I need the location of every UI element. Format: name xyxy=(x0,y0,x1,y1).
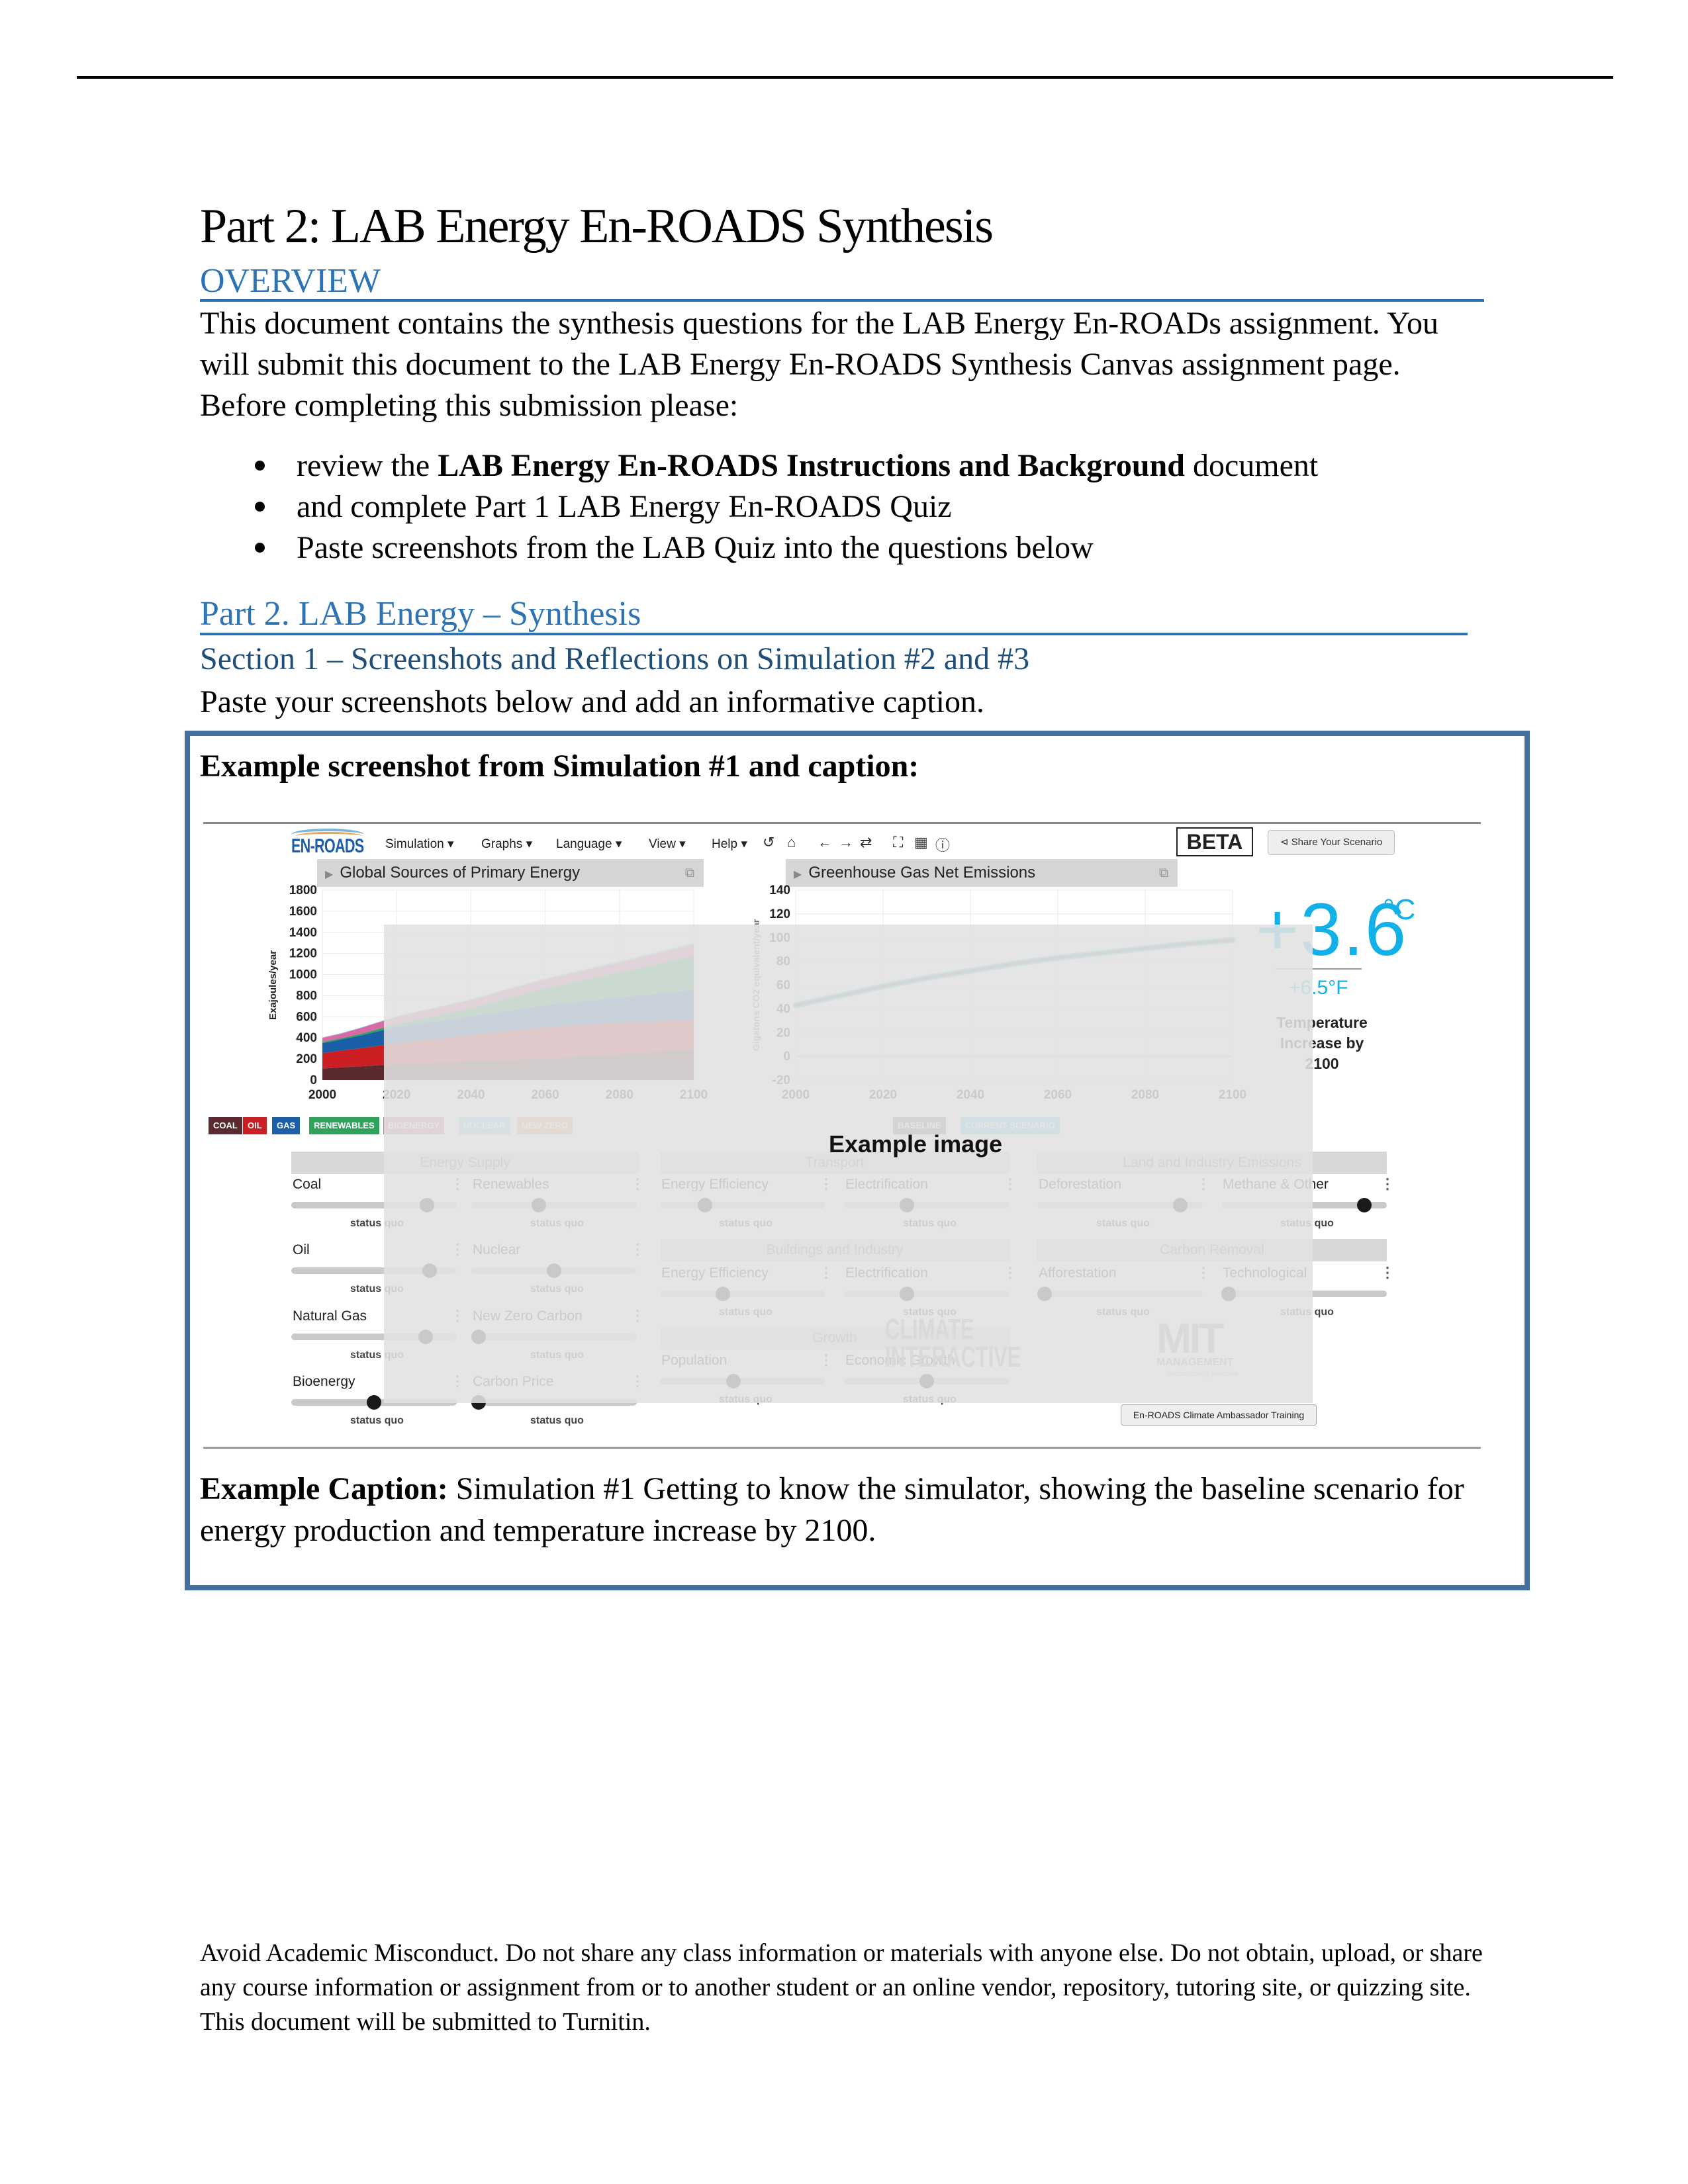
part2-heading: Part 2. LAB Energy – Synthesis xyxy=(200,595,641,633)
energy-y-tick: 1800 xyxy=(289,884,317,897)
emissions-y-tick: 120 xyxy=(769,907,790,921)
part2-underline xyxy=(200,633,1468,635)
bullet-item: review the LAB Energy En-ROADS Instructi… xyxy=(255,447,1318,484)
instruction-text: Paste your screenshots below and add an … xyxy=(200,684,984,719)
example-image-watermark: Example image xyxy=(829,1130,1003,1158)
energy-y-tick: 800 xyxy=(296,989,317,1003)
caption-label: Example Caption: xyxy=(200,1471,448,1506)
energy-y-tick: 600 xyxy=(296,1010,317,1024)
example-screenshot: EN-ROADS Simulation ▾ Graphs ▾ Language … xyxy=(203,821,1481,1449)
control-label-bioenergy: Bioenergy xyxy=(293,1374,355,1389)
energy-y-tick: 1200 xyxy=(289,947,317,961)
bullet-icon xyxy=(255,502,265,512)
bullet-item: and complete Part 1 LAB Energy En-ROADS … xyxy=(255,488,952,525)
more-options-icon[interactable]: ⋮ xyxy=(1380,1264,1395,1281)
ambassador-training-button[interactable]: En-ROADS Climate Ambassador Training xyxy=(1121,1404,1317,1426)
energy-y-tick: 400 xyxy=(296,1031,317,1045)
legend-gas[interactable]: GAS xyxy=(272,1117,301,1134)
bullet-text: review the xyxy=(297,448,438,483)
example-overlay xyxy=(384,925,1313,1403)
overview-line-1: This document contains the synthesis que… xyxy=(200,306,1438,341)
section1-heading: Section 1 – Screenshots and Reflections … xyxy=(200,641,1030,676)
energy-y-tick: 1600 xyxy=(289,905,317,919)
overview-line-3: Before completing this submission please… xyxy=(200,388,739,423)
control-label-oil: Oil xyxy=(293,1242,310,1257)
document-title: Part 2: LAB Energy En-ROADS Synthesis xyxy=(200,199,994,253)
screenshot-bottom-rule xyxy=(203,1447,1481,1449)
control-label-natural-gas: Natural Gas xyxy=(293,1308,367,1324)
control-label-coal: Coal xyxy=(293,1177,322,1192)
slider-thumb-bioenergy[interactable] xyxy=(367,1395,381,1410)
bullet-text: Paste screenshots from the LAB Quiz into… xyxy=(297,530,1094,565)
header-rule xyxy=(77,76,1613,79)
more-options-icon[interactable]: ⋮ xyxy=(1380,1175,1395,1193)
legend-renewables[interactable]: RENEWABLES xyxy=(309,1117,379,1134)
celsius-unit: °C xyxy=(1383,893,1416,926)
overview-line-2: will submit this document to the LAB Ene… xyxy=(200,347,1401,382)
academic-misconduct-notice: Avoid Academic Misconduct. Do not share … xyxy=(200,1939,1483,2036)
bullet-text: and complete Part 1 LAB Energy En-ROADS … xyxy=(297,489,952,524)
energy-y-tick: 1400 xyxy=(289,926,317,940)
bullet-icon xyxy=(255,461,265,471)
emissions-y-tick: 140 xyxy=(769,884,790,897)
bullet-icon xyxy=(255,543,265,553)
energy-y-tick: 1000 xyxy=(289,968,317,982)
energy-y-axis-label: Exajoules/year xyxy=(267,950,279,1020)
energy-x-tick: 2000 xyxy=(308,1088,336,1102)
energy-y-tick: 200 xyxy=(296,1052,317,1066)
legend-oil[interactable]: OIL xyxy=(243,1117,267,1134)
bullet-bold-text: LAB Energy En-ROADS Instructions and Bac… xyxy=(438,448,1185,483)
overview-heading: OVERVIEW xyxy=(200,262,381,300)
status-label: status quo xyxy=(530,1415,584,1426)
slider-thumb-methane-other[interactable] xyxy=(1357,1198,1372,1212)
bullet-item: Paste screenshots from the LAB Quiz into… xyxy=(255,529,1094,566)
example-box-heading: Example screenshot from Simulation #1 an… xyxy=(200,749,919,784)
status-label: status quo xyxy=(350,1415,404,1426)
overview-underline xyxy=(200,299,1484,302)
energy-y-tick: 0 xyxy=(310,1073,317,1087)
bullet-text-tail: document xyxy=(1184,448,1319,483)
legend-coal[interactable]: COAL xyxy=(209,1117,242,1134)
example-caption: Example Caption: Simulation #1 Getting t… xyxy=(200,1468,1511,1551)
